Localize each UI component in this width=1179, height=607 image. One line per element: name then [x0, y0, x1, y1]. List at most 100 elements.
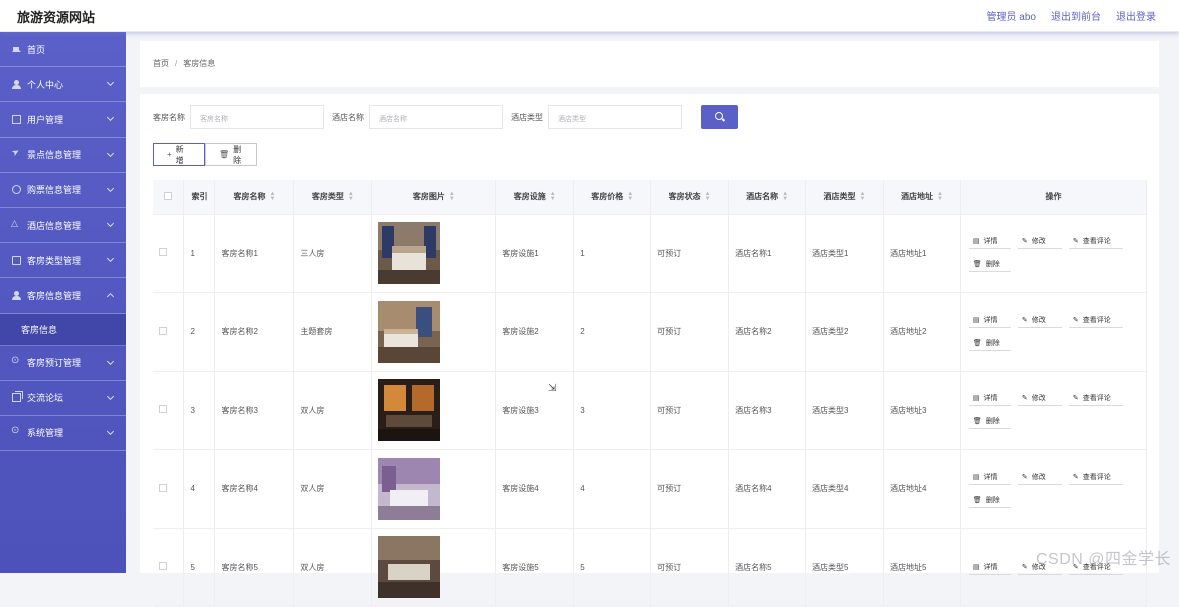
sidebar-item-system[interactable]: 系统管理 [0, 416, 126, 451]
breadcrumb-current: 客房信息 [183, 59, 215, 68]
box-icon [12, 256, 21, 265]
view-reviews-button[interactable]: ✎查看评论 [1069, 234, 1123, 249]
detail-button[interactable]: ▤详情 [969, 313, 1011, 328]
cell-price: 4 [574, 450, 651, 529]
sort-icon: ▲▼ [627, 192, 633, 202]
edit-button[interactable]: ✎修改 [1018, 313, 1062, 328]
cell-hotel-type: 酒店类型4 [806, 450, 884, 529]
pencil-icon: ✎ [1073, 237, 1079, 245]
pencil-icon: ✎ [1022, 316, 1028, 324]
cell-operations: ▤详情 ✎修改 ✎查看评论 🗑删除 [960, 214, 1146, 293]
edit-button[interactable]: ✎修改 [1018, 391, 1062, 406]
cell-room-name: 客房名称2 [215, 293, 294, 372]
chevron-up-icon [107, 293, 114, 300]
cell-room-type: 双人房 [294, 528, 372, 607]
cell-hotel-address: 酒店地址1 [883, 214, 960, 293]
sort-icon: ▲▼ [937, 192, 943, 202]
cell-hotel-name: 酒店名称2 [729, 293, 806, 372]
sidebar-item-personal-center[interactable]: 个人中心 [0, 67, 126, 102]
sidebar-item-attractions[interactable]: 景点信息管理 [0, 138, 126, 173]
edit-button[interactable]: ✎修改 [1018, 234, 1062, 249]
view-reviews-button[interactable]: ✎查看评论 [1069, 313, 1123, 328]
batch-delete-button[interactable]: 🗑删除 [205, 143, 257, 166]
chevron-down-icon [107, 357, 114, 364]
delete-label: 删除 [986, 416, 1000, 426]
header-price[interactable]: 客房价格 ▲▼ [574, 180, 651, 214]
delete-button[interactable]: 🗑删除 [969, 414, 1011, 429]
header-hotel-type[interactable]: 酒店类型▲▼ [806, 180, 884, 214]
pencil-icon: ✎ [1073, 394, 1079, 402]
row-checkbox[interactable] [159, 327, 167, 335]
sidebar-item-bookings[interactable]: 客房预订管理 [0, 346, 126, 381]
row-checkbox[interactable] [159, 484, 167, 492]
doc-icon: ▤ [973, 394, 980, 402]
review-label: 查看评论 [1083, 393, 1111, 403]
pencil-icon: ✎ [1022, 563, 1028, 571]
watermark: CSDN @四金学长 [1036, 545, 1171, 569]
logout-link[interactable]: 退出登录 [1116, 8, 1156, 23]
header-hotel-address[interactable]: 酒店地址 ▲▼ [883, 180, 960, 214]
cell-room-type: 双人房 [294, 371, 372, 450]
row-checkbox[interactable] [159, 248, 167, 256]
header-room-image[interactable]: 客房图片▲▼ [372, 180, 496, 214]
add-button[interactable]: +新增 [153, 143, 205, 166]
cell-hotel-name: 酒店名称1 [729, 214, 806, 293]
header-status[interactable]: 客房状态▲▼ [651, 180, 729, 214]
detail-label: 详情 [984, 472, 998, 482]
room-image [378, 536, 440, 598]
search-button[interactable] [701, 105, 738, 129]
delete-button[interactable]: 🗑删除 [969, 257, 1011, 272]
row-checkbox[interactable] [159, 405, 167, 413]
top-header: 旅游资源网站 管理员 abo 退出到前台 退出登录 [0, 0, 1179, 32]
triangle-icon [12, 221, 21, 230]
breadcrumb-home[interactable]: 首页 [153, 59, 169, 68]
room-image [378, 379, 440, 441]
cell-facility: 客房设施3 [496, 371, 574, 450]
sidebar-item-hotels[interactable]: 酒店信息管理 [0, 208, 126, 243]
view-reviews-button[interactable]: ✎ 查看评论 [1069, 391, 1123, 406]
select-all-checkbox[interactable] [164, 192, 172, 200]
sidebar-item-room-types[interactable]: 客房类型管理 [0, 243, 126, 278]
hotel-name-input[interactable]: 酒店名称 [369, 105, 503, 129]
header-room-type[interactable]: 客房类型▲▼ [294, 180, 372, 214]
edit-label: 修改 [1032, 472, 1046, 482]
hotel-type-input[interactable]: 酒店类型 [548, 105, 682, 129]
sidebar-item-rooms[interactable]: 客房信息管理 [0, 278, 126, 313]
sidebar-item-home[interactable]: 首页 [0, 32, 126, 67]
exit-to-front-link[interactable]: 退出到前台 [1051, 8, 1101, 23]
delete-button[interactable]: 🗑删除 [969, 336, 1011, 351]
sidebar-item-label: 交流论坛 [27, 391, 63, 404]
chevron-down-icon [107, 255, 114, 262]
action-row: +新增 🗑删除 [153, 143, 257, 166]
detail-button[interactable]: ▤详情 [969, 234, 1011, 249]
delete-button[interactable]: 🗑删除 [969, 493, 1011, 508]
detail-button[interactable]: ▤详情 [969, 470, 1011, 485]
detail-label: 详情 [984, 393, 998, 403]
admin-user-link[interactable]: 管理员 abo [987, 8, 1036, 23]
sidebar-item-label: 首页 [27, 43, 45, 56]
sidebar-item-tickets[interactable]: 购票信息管理 [0, 173, 126, 208]
chevron-down-icon [107, 220, 114, 227]
cell-room-name: 客房名称5 [215, 528, 294, 607]
sidebar-subitem-room-info[interactable]: 客房信息 [0, 314, 126, 346]
sidebar-item-forum[interactable]: 交流论坛 [0, 381, 126, 416]
detail-label: 详情 [984, 562, 998, 572]
header-room-name[interactable]: 客房名称▲▼ [215, 180, 294, 214]
view-reviews-button[interactable]: ✎查看评论 [1069, 470, 1123, 485]
header-label: 客房价格 [591, 192, 623, 201]
room-image [378, 301, 440, 363]
detail-button[interactable]: ▤ 详情 [969, 391, 1011, 406]
edit-button[interactable]: ✎修改 [1018, 470, 1062, 485]
cell-price: 3 [574, 371, 651, 450]
table-row: 2 客房名称2 主题套房 客房设施2 2 可预订 酒店名称2 酒店类型2 酒店地… [153, 293, 1147, 372]
cell-room-image [372, 214, 496, 293]
row-checkbox[interactable] [159, 562, 167, 570]
sidebar-item-label: 客房类型管理 [27, 254, 81, 267]
header-label: 酒店地址 [901, 192, 933, 201]
header-facility[interactable]: 客房设施▲▼ [496, 180, 574, 214]
sidebar-item-label: 酒店信息管理 [27, 219, 81, 232]
room-name-input[interactable]: 客房名称 [190, 105, 324, 129]
header-hotel-name[interactable]: 酒店名称▲▼ [729, 180, 806, 214]
header-index: 索引 [184, 180, 215, 214]
sidebar-item-user-management[interactable]: 用户管理 [0, 102, 126, 137]
